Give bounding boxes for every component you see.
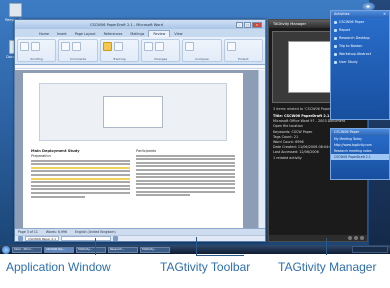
ruler[interactable] bbox=[15, 65, 265, 69]
subsection-heading: Participants bbox=[136, 149, 157, 153]
ribbon-group-label: Comments bbox=[69, 57, 87, 61]
activity-items-panel: CSCW06 Paper My Meeting Today http://www… bbox=[330, 128, 390, 180]
callout-line bbox=[196, 237, 197, 255]
ribbon-group-label: Protect bbox=[238, 57, 249, 61]
document-page[interactable]: Main Deployment Study Preparation Partic… bbox=[23, 73, 243, 228]
spelling-button[interactable] bbox=[20, 42, 29, 51]
document-column-right: Participants bbox=[136, 149, 235, 199]
window-title: CSCW06 PaperDraft 2.1 - Microsoft Word bbox=[90, 22, 163, 27]
tab-review[interactable]: Review bbox=[148, 30, 171, 37]
vertical-scrollbar[interactable] bbox=[258, 70, 265, 228]
close-icon[interactable]: ✕ bbox=[383, 12, 386, 16]
section-heading: Main Deployment Study bbox=[31, 149, 80, 153]
accept-button[interactable] bbox=[143, 42, 153, 51]
folder-icon bbox=[334, 36, 337, 40]
delete-comment-button[interactable] bbox=[72, 42, 82, 51]
callout-line bbox=[196, 255, 244, 256]
status-bar: Page 3 of 11 Words: 6,996 English (Unite… bbox=[15, 228, 265, 241]
tab-home[interactable]: Home bbox=[35, 31, 53, 37]
callout-application-window: Application Window bbox=[6, 260, 111, 274]
taskbar-button[interactable]: Inbox - Micro... bbox=[12, 246, 42, 253]
track-changes-button[interactable] bbox=[102, 42, 112, 51]
callout-line bbox=[95, 238, 96, 255]
system-tray[interactable] bbox=[352, 246, 388, 253]
activity-item[interactable]: Trip to Boston bbox=[331, 42, 389, 50]
ribbon-group-label: Changes bbox=[154, 57, 168, 61]
activity-item[interactable]: Research Desktop bbox=[331, 34, 389, 42]
tab-insert[interactable]: Insert bbox=[53, 31, 71, 37]
taskbar-button[interactable]: Research... bbox=[108, 246, 138, 253]
ribbon-group-changes: Changes bbox=[140, 39, 181, 62]
activity-item[interactable]: Report bbox=[331, 26, 389, 34]
close-button[interactable]: ✕ bbox=[252, 21, 262, 28]
add-tag-icon[interactable] bbox=[113, 235, 119, 241]
ribbon-group-protect: Protect bbox=[223, 39, 263, 62]
activity-dropdown[interactable]: CSCW06 Paper 2.1 bbox=[25, 235, 60, 241]
activity-item[interactable]: Workshop Abstract bbox=[331, 50, 389, 58]
taskbar-button[interactable]: TAGtivity... bbox=[140, 246, 170, 253]
page-count[interactable]: Page 3 of 11 bbox=[18, 230, 38, 234]
callout-tagtivity-manager: TAGtivity Manager bbox=[278, 260, 377, 274]
tab-page-layout[interactable]: Page Layout bbox=[71, 31, 100, 37]
activity-label: Research Desktop bbox=[339, 36, 370, 40]
reject-button[interactable] bbox=[154, 42, 164, 51]
folder-icon bbox=[334, 44, 337, 48]
new-comment-button[interactable] bbox=[61, 42, 71, 51]
taskbar-button[interactable]: CSCW06 Pap... bbox=[44, 246, 74, 253]
tag-icon[interactable] bbox=[18, 235, 23, 241]
activity-label: Trip to Boston bbox=[339, 44, 363, 48]
ribbon-group-compare: Compare bbox=[182, 39, 222, 62]
activity-label: Report bbox=[339, 28, 351, 32]
recycle-bin-icon bbox=[8, 3, 22, 17]
start-button[interactable] bbox=[2, 245, 10, 254]
tab-references[interactable]: References bbox=[100, 31, 127, 37]
tag-input[interactable] bbox=[61, 235, 112, 241]
callout-tagtivity-toolbar: TAGtivity Toolbar bbox=[160, 260, 251, 274]
application-window: CSCW06 PaperDraft 2.1 - Microsoft Word –… bbox=[14, 19, 266, 242]
ribbon-group-tracking: Tracking bbox=[99, 39, 139, 62]
ribbon-group-label: Tracking bbox=[113, 57, 126, 61]
folder-icon bbox=[334, 52, 337, 56]
activity-label: User Study bbox=[339, 60, 358, 64]
desktop: Recycle Bin Document CSCW06 PaperDraft 2… bbox=[0, 0, 390, 245]
research-button[interactable] bbox=[31, 42, 40, 51]
activity-label: CSCW06 Paper bbox=[339, 20, 365, 24]
ribbon-group-label: Compare bbox=[195, 57, 209, 61]
folder-icon bbox=[334, 20, 337, 24]
tab-mailings[interactable]: Mailings bbox=[126, 31, 148, 37]
document-column-left: Main Deployment Study Preparation bbox=[31, 149, 130, 199]
maximize-button[interactable]: □ bbox=[244, 21, 251, 28]
taskbar: Inbox - Micro... CSCW06 Pap... TAGtivity… bbox=[0, 245, 390, 254]
balloons-button[interactable] bbox=[113, 42, 123, 51]
document-figure bbox=[39, 83, 227, 141]
activity-resource-selected[interactable]: CSCW06 PaperDraft 2.1 bbox=[331, 154, 389, 160]
ribbon-group-proofing: Proofing bbox=[17, 39, 57, 62]
word-count[interactable]: Words: 6,996 bbox=[46, 230, 67, 234]
taskbar-button[interactable]: TAGtivity... bbox=[76, 246, 106, 253]
compare-button[interactable] bbox=[185, 42, 195, 51]
activity-label: Workshop Abstract bbox=[339, 52, 372, 56]
minimize-button[interactable]: – bbox=[236, 21, 243, 28]
tagtivity-toolbar: CSCW06 Paper 2.1 bbox=[15, 234, 265, 241]
language-indicator[interactable]: English (United Kingdom) bbox=[75, 230, 116, 234]
activities-panel: Activities ✕ CSCW06 Paper Report Research… bbox=[330, 10, 390, 120]
manager-controls bbox=[269, 235, 367, 241]
folder-icon bbox=[334, 60, 337, 64]
tab-view[interactable]: View bbox=[170, 31, 186, 37]
callout-line bbox=[326, 238, 327, 255]
folder-icon bbox=[334, 28, 337, 32]
activity-item[interactable]: User Study bbox=[331, 58, 389, 66]
panel-header: CSCW06 Paper bbox=[331, 129, 389, 136]
ribbon-tabs: Home Insert Page Layout References Maili… bbox=[15, 29, 265, 37]
window-titlebar[interactable]: CSCW06 PaperDraft 2.1 - Microsoft Word –… bbox=[15, 20, 265, 29]
protect-button[interactable] bbox=[226, 42, 236, 51]
ribbon: Proofing Comments Tracking Changes Compa… bbox=[15, 37, 265, 65]
panel-header: Activities bbox=[334, 12, 350, 16]
document-area: Main Deployment Study Preparation Partic… bbox=[15, 70, 265, 228]
ribbon-group-comments: Comments bbox=[58, 39, 98, 62]
ribbon-group-label: Proofing bbox=[30, 57, 43, 61]
activity-item[interactable]: CSCW06 Paper bbox=[331, 18, 389, 26]
subsection-heading: Preparation bbox=[31, 154, 51, 158]
